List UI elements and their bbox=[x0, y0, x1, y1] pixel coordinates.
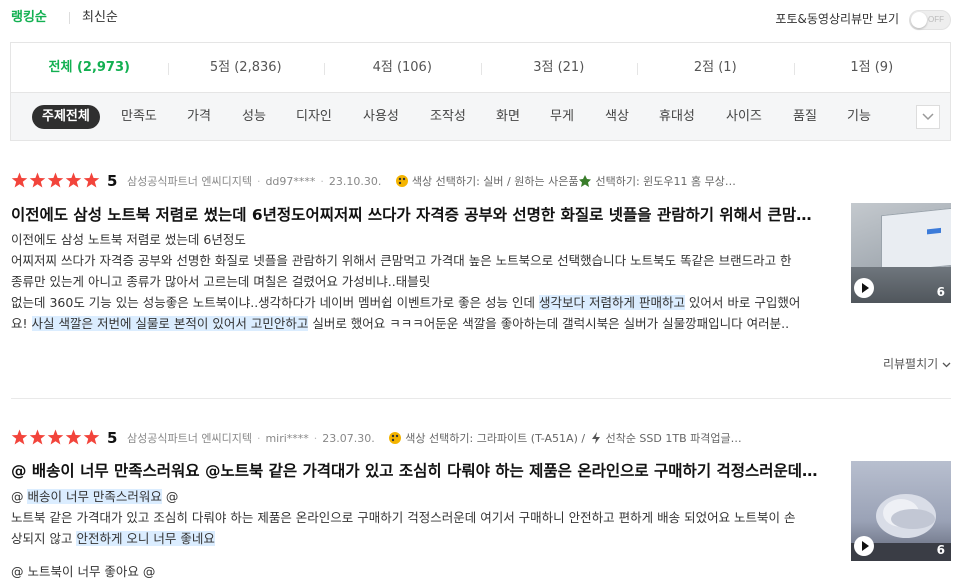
topic-expand-button[interactable] bbox=[916, 105, 940, 129]
star-rating bbox=[11, 429, 101, 448]
laptop-screen-image bbox=[881, 206, 951, 274]
rating-value: 5 bbox=[107, 429, 118, 447]
gift-icon bbox=[579, 175, 592, 187]
topic-screen[interactable]: 화면 bbox=[496, 105, 520, 129]
review-meta-text: 삼성공식파트너 엔씨디지텍 · dd97**** · 23.10.30. 색상 선택하기… bbox=[127, 175, 736, 188]
sort-ranking[interactable]: 랭킹순 bbox=[11, 9, 47, 27]
sort-latest[interactable]: 최신순 bbox=[82, 9, 118, 27]
topic-price[interactable]: 가격 bbox=[187, 105, 211, 129]
review-date: 23.07.30. bbox=[322, 432, 375, 445]
palette-icon bbox=[389, 432, 402, 444]
review-divider bbox=[11, 398, 951, 399]
highlight-text: 생각보다 저렴하게 판매하고 bbox=[539, 295, 685, 310]
media-only-toggle[interactable]: OFF bbox=[909, 10, 951, 30]
media-count: 6 bbox=[936, 543, 945, 557]
body-text: 요! bbox=[11, 316, 32, 331]
star-rating bbox=[11, 172, 101, 191]
expand-label: 리뷰펼치기 bbox=[882, 357, 939, 371]
media-only-label: 포토&동영상리뷰만 보기 bbox=[775, 12, 899, 26]
review-video-thumbnail[interactable]: 6 bbox=[851, 461, 951, 561]
star-icons bbox=[11, 429, 100, 445]
highlight-text: 사실 색깔은 저번에 실물로 본적이 있어서 고민안하고 bbox=[31, 316, 309, 331]
review-body-line: @ 배송이 너무 만족스러워요 @ bbox=[11, 486, 839, 507]
reviewer-id: miri**** bbox=[265, 432, 309, 445]
play-icon bbox=[854, 278, 874, 298]
topic-operability[interactable]: 조작성 bbox=[430, 105, 466, 129]
expand-review-button[interactable]: 리뷰펼치기 bbox=[883, 355, 951, 372]
topic-usability[interactable]: 사용성 bbox=[363, 105, 399, 129]
topic-all[interactable]: 주제전체 bbox=[32, 105, 100, 129]
topic-filter-bar: 주제전체 만족도 가격 성능 디자인 사용성 조작성 화면 무게 색상 휴대성 … bbox=[10, 93, 951, 141]
topic-size[interactable]: 사이즈 bbox=[726, 105, 762, 129]
review-item: 5 삼성공식파트너 엔씨디지텍 · miri**** · 23.07.30. 색상 선택… bbox=[11, 428, 951, 582]
body-text: 있어서 바로 구입했어 bbox=[684, 295, 801, 310]
topic-satisfaction[interactable]: 만족도 bbox=[121, 105, 157, 129]
review-date: 23.10.30. bbox=[328, 175, 382, 188]
media-count: 6 bbox=[936, 285, 945, 299]
toggle-state-text: OFF bbox=[928, 15, 944, 24]
option-color: 색상 선택하기: 그라파이트 (T-A51A) / bbox=[405, 432, 586, 445]
sort-bar: 랭킹순 최신순 포토&동영상리뷰만 보기 OFF bbox=[11, 9, 951, 30]
sort-divider bbox=[69, 12, 70, 24]
topic-function[interactable]: 기능 bbox=[847, 105, 871, 129]
review-body-line: 종류만 있는게 아니고 종류가 많아서 고르는데 며칠은 걸렸어요 가성비냐..… bbox=[11, 274, 431, 289]
star-icons bbox=[11, 172, 100, 188]
chevron-down-icon bbox=[942, 362, 951, 368]
topic-portability[interactable]: 휴대성 bbox=[659, 105, 695, 129]
rating-value: 5 bbox=[107, 172, 118, 190]
body-text: 상되지 않고 bbox=[11, 531, 77, 546]
topic-design[interactable]: 디자인 bbox=[296, 105, 332, 129]
review-body-line: 없는데 360도 기능 있는 성능좋은 노트북이냐..생각하다가 네이버 멤버쉽… bbox=[11, 292, 839, 313]
toggle-knob bbox=[911, 12, 927, 28]
review-body-line: 노트북 같은 가격대가 있고 조심히 다뤄야 하는 제품은 온라인으로 구매하기… bbox=[11, 510, 796, 525]
body-text: @ bbox=[11, 489, 28, 504]
tab-score-1[interactable]: 1점 (9) bbox=[793, 59, 951, 77]
tab-score-3[interactable]: 3점 (21) bbox=[480, 59, 638, 77]
review-meta: 5 삼성공식파트너 엔씨디지텍 · dd97**** · 23.10.30. 색상 선택… bbox=[11, 171, 841, 191]
body-text: 실버로 했어요 ㅋㅋㅋ어둔운 색깔을 좋아하는데 갤럭시북은 실버가 실물깡패입… bbox=[308, 316, 790, 331]
tab-score-4[interactable]: 4점 (106) bbox=[324, 59, 481, 77]
review-body-line: 어찌저찌 쓰다가 자격증 공부와 선명한 화질로 넷플을 관람하기 위해서 큰맘… bbox=[11, 253, 792, 268]
reviewer-id: dd97**** bbox=[265, 175, 316, 188]
review-body-line: 요! 사실 색깔은 저번에 실물로 본적이 있어서 고민안하고 실버로 했어요 … bbox=[11, 313, 839, 334]
chevron-down-icon bbox=[922, 113, 934, 121]
topic-weight[interactable]: 무게 bbox=[550, 105, 574, 129]
review-meta: 5 삼성공식파트너 엔씨디지텍 · miri**** · 23.07.30. 색상 선택… bbox=[11, 428, 841, 448]
seller-name: 삼성공식파트너 엔씨디지텍 bbox=[127, 432, 252, 445]
lightning-icon bbox=[591, 432, 600, 444]
topic-performance[interactable]: 성능 bbox=[242, 105, 266, 129]
seller-name: 삼성공식파트너 엔씨디지텍 bbox=[127, 175, 252, 188]
palette-icon bbox=[395, 175, 408, 187]
review-item: 5 삼성공식파트너 엔씨디지텍 · dd97**** · 23.10.30. 색상 선택… bbox=[11, 171, 951, 371]
review-meta-text: 삼성공식파트너 엔씨디지텍 · miri**** · 23.07.30. 색상 선택하기… bbox=[127, 432, 742, 445]
review-body-line: 상되지 않고 안전하게 오니 너무 좋네요 bbox=[11, 528, 839, 549]
topic-quality[interactable]: 품질 bbox=[793, 105, 817, 129]
review-title[interactable]: @ 배송이 너무 만족스러워요 @노트북 같은 가격대가 있고 조심히 다뤄야 … bbox=[11, 460, 839, 482]
option-color: 색상 선택하기: 실버 / 원하는 사은품 bbox=[411, 175, 579, 188]
review-body[interactable]: @ 배송이 너무 만족스러워요 @ 노트북 같은 가격대가 있고 조심히 다뤄야… bbox=[11, 486, 839, 582]
tab-score-2[interactable]: 2점 (1) bbox=[637, 59, 794, 77]
highlight-text: 안전하게 오니 너무 좋네요 bbox=[76, 531, 215, 546]
review-body-line: 이전에도 삼성 노트북 저렴로 썼는데 6년정도 bbox=[11, 232, 246, 247]
review-body[interactable]: 이전에도 삼성 노트북 저렴로 썼는데 6년정도 어찌저찌 쓰다가 자격증 공부… bbox=[11, 229, 839, 334]
body-text: 없는데 360도 기능 있는 성능좋은 노트북이냐..생각하다가 네이버 멤버쉽… bbox=[11, 295, 539, 310]
highlight-text: 배송이 너무 만족스러워요 bbox=[27, 489, 162, 504]
tab-score-all[interactable]: 전체 (2,973) bbox=[11, 59, 168, 77]
review-body-line: @ 노트북이 너무 좋아요 @ bbox=[11, 564, 156, 579]
tab-score-5[interactable]: 5점 (2,836) bbox=[167, 59, 325, 77]
topic-color[interactable]: 색상 bbox=[605, 105, 629, 129]
play-icon bbox=[854, 536, 874, 556]
review-video-thumbnail[interactable]: 6 bbox=[851, 203, 951, 303]
body-text: @ bbox=[161, 489, 179, 504]
option-extra: 선택하기: 윈도우11 홈 무상… bbox=[595, 175, 736, 188]
score-filter-tabs: 전체 (2,973) 5점 (2,836) 4점 (106) 3점 (21) 2… bbox=[10, 42, 951, 93]
option-extra: 선착순 SSD 1TB 파격업글… bbox=[605, 432, 742, 445]
review-title[interactable]: 이전에도 삼성 노트북 저렴로 썼는데 6년정도어찌저찌 쓰다가 자격증 공부와… bbox=[11, 204, 839, 226]
